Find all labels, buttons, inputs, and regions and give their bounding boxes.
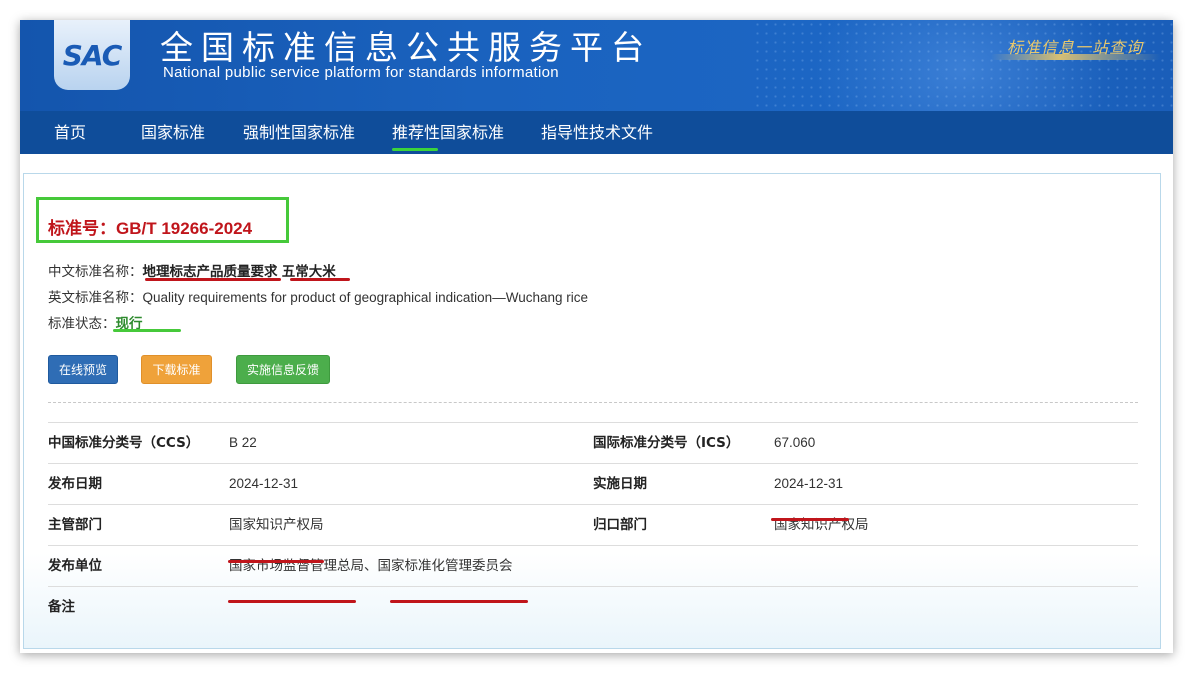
- nav-item-national-standards[interactable]: 国家标准: [141, 111, 205, 154]
- implementation-feedback-button[interactable]: 实施信息反馈: [236, 355, 330, 384]
- sac-logo[interactable]: SAC: [54, 20, 130, 90]
- issuer-label: 发布单位: [48, 558, 102, 574]
- site-subtitle: National public service platform for sta…: [163, 64, 559, 81]
- logo-text: SAC: [62, 38, 123, 72]
- centralized-dept-label: 归口部门: [593, 517, 647, 533]
- table-row: 中国标准分类号（CCS） B 22 国际标准分类号（ICS） 67.060: [48, 422, 1138, 463]
- table-row: 主管部门 国家知识产权局 归口部门 国家知识产权局: [48, 504, 1138, 545]
- en-name-label: 英文标准名称：: [48, 290, 143, 306]
- nav-item-mandatory-standards[interactable]: 强制性国家标准: [243, 111, 355, 154]
- online-preview-button[interactable]: 在线预览: [48, 355, 118, 384]
- nav-item-home[interactable]: 首页: [54, 111, 86, 154]
- main-nav: 首页 国家标准 强制性国家标准 推荐性国家标准 指导性技术文件: [20, 111, 1173, 154]
- implementation-date-value: 2024-12-31: [774, 476, 844, 491]
- cn-name-row: 中文标准名称：地理标志产品质量要求 五常大米: [48, 260, 336, 280]
- ics-label: 国际标准分类号（ICS）: [593, 435, 740, 451]
- standard-number-label: 标准号：: [48, 219, 116, 238]
- issuer-value: 国家市场监督管理总局、国家标准化管理委员会: [229, 558, 513, 573]
- nav-active-underline: [392, 148, 438, 151]
- cn-name-label: 中文标准名称：: [48, 264, 143, 280]
- ccs-value: B 22: [229, 435, 257, 450]
- cn-name-annotation-underline-2: [290, 278, 350, 281]
- authority-annotation-underline: [228, 560, 324, 563]
- standard-number-value: GB/T 19266-2024: [116, 219, 253, 238]
- site-title: 全国标准信息公共服务平台: [160, 28, 652, 67]
- publish-date-label: 发布日期: [48, 476, 102, 492]
- remark-label: 备注: [48, 599, 75, 615]
- slogan-streak: [991, 54, 1161, 60]
- issuer-annotation-underline-1: [228, 600, 356, 603]
- en-name-value: Quality requirements for product of geog…: [142, 290, 589, 305]
- download-standard-button[interactable]: 下载标准: [141, 355, 212, 384]
- table-row: 发布单位 国家市场监督管理总局、国家标准化管理委员会: [48, 545, 1138, 586]
- cn-name-annotation-underline-1: [145, 278, 281, 281]
- status-label: 标准状态：: [48, 316, 116, 332]
- table-row: 发布日期 2024-12-31 实施日期 2024-12-31: [48, 463, 1138, 504]
- implementation-date-label: 实施日期: [593, 476, 647, 492]
- standard-number: 标准号：GB/T 19266-2024: [48, 214, 252, 239]
- nav-item-guidance-documents[interactable]: 指导性技术文件: [541, 111, 653, 154]
- site-banner: SAC 全国标准信息公共服务平台 National public service…: [20, 20, 1173, 111]
- standard-detail-panel: 标准号：GB/T 19266-2024 中文标准名称：地理标志产品质量要求 五常…: [23, 173, 1161, 649]
- table-row: 备注: [48, 586, 1138, 627]
- issuer-annotation-underline-2: [390, 600, 528, 603]
- page: SAC 全国标准信息公共服务平台 National public service…: [20, 20, 1173, 653]
- ccs-label: 中国标准分类号（CCS）: [48, 435, 200, 451]
- en-name-row: 英文标准名称：Quality requirements for product …: [48, 286, 588, 306]
- section-divider: [48, 402, 1138, 403]
- centralized-dept-value: 国家知识产权局: [774, 517, 869, 532]
- status-annotation-underline: [113, 329, 181, 332]
- authority-label: 主管部门: [48, 517, 102, 533]
- authority-value: 国家知识产权局: [229, 517, 324, 532]
- publish-date-value: 2024-12-31: [229, 476, 299, 491]
- implementation-date-annotation-underline: [771, 518, 849, 521]
- standard-details-table: 中国标准分类号（CCS） B 22 国际标准分类号（ICS） 67.060 发布…: [48, 422, 1138, 627]
- ics-value: 67.060: [774, 435, 816, 450]
